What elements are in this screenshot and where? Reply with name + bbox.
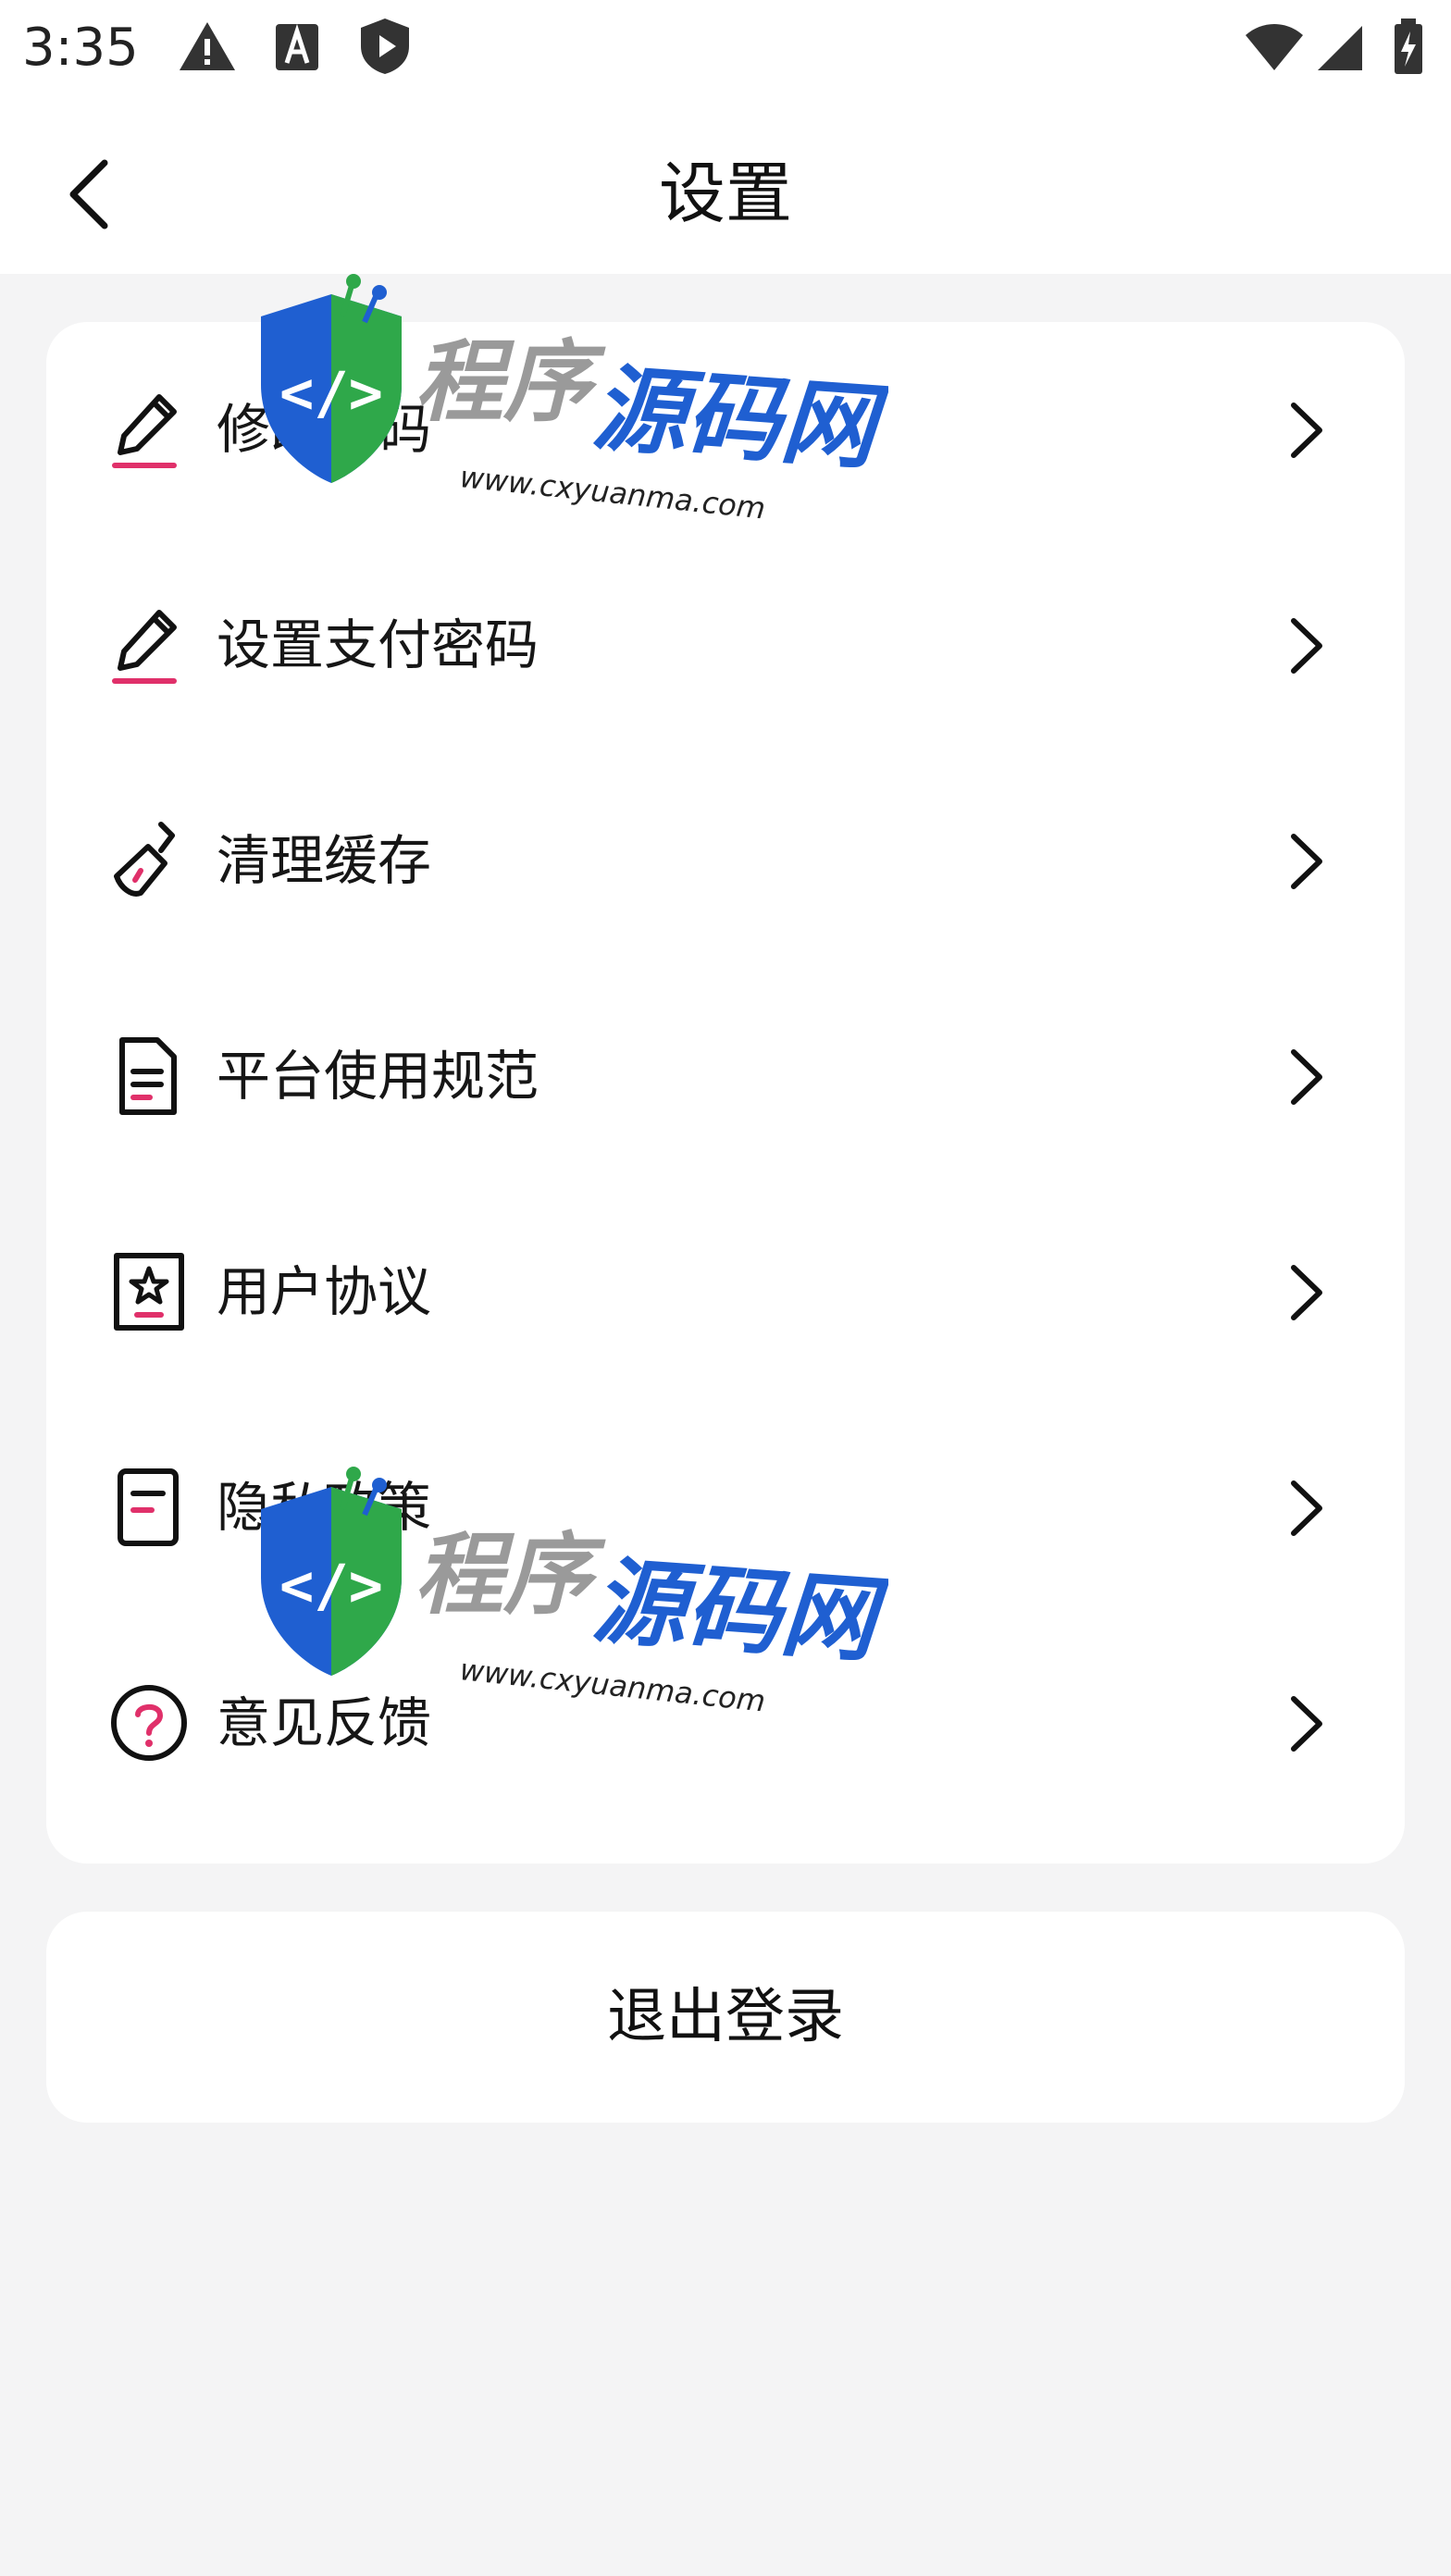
pencil-icon <box>112 610 177 684</box>
status-time: 3:35 <box>22 18 139 78</box>
shield-play-icon <box>361 19 409 74</box>
question-circle-icon <box>111 1685 187 1761</box>
alert-icon <box>180 22 235 70</box>
logout-button[interactable]: 退出登录 <box>46 1912 1405 2123</box>
status-bar: 3:35 <box>0 0 1451 102</box>
navigation-bar: 设置 <box>0 102 1451 274</box>
chevron-right-icon <box>1291 1696 1322 1752</box>
battery-charging-icon <box>1395 19 1422 74</box>
setting-item-label: 设置支付密码 <box>217 613 539 676</box>
wifi-icon <box>1246 24 1303 70</box>
chevron-right-icon <box>1291 1265 1322 1320</box>
setting-item-privacy-policy[interactable]: 隐私政策 <box>46 1400 1405 1616</box>
chevron-right-icon <box>1291 834 1322 889</box>
broom-icon <box>114 822 175 897</box>
settings-list: 修改密码 设置支付密码 清理缓存 平台使用规范 用户协议 隐私政策 意见反馈 <box>46 322 1405 1864</box>
setting-item-user-agreement[interactable]: 用户协议 <box>46 1184 1405 1400</box>
note-icon <box>118 1468 179 1546</box>
setting-item-label: 用户协议 <box>217 1260 432 1323</box>
pencil-icon <box>112 394 177 468</box>
chevron-right-icon <box>1291 618 1322 674</box>
setting-item-label: 清理缓存 <box>217 829 432 892</box>
setting-item-label: 修改密码 <box>217 398 432 461</box>
setting-item-feedback[interactable]: 意见反馈 <box>46 1616 1405 1831</box>
logout-label: 退出登录 <box>607 1983 844 2051</box>
setting-item-label: 隐私政策 <box>217 1476 432 1539</box>
page-title: 设置 <box>658 155 792 232</box>
chevron-right-icon <box>1291 402 1322 458</box>
document-icon <box>119 1037 177 1115</box>
setting-item-label: 意见反馈 <box>217 1691 432 1754</box>
setting-item-change-password[interactable]: 修改密码 <box>46 322 1405 538</box>
setting-item-platform-rules[interactable]: 平台使用规范 <box>46 969 1405 1184</box>
star-document-icon <box>114 1253 184 1331</box>
setting-item-clear-cache[interactable]: 清理缓存 <box>46 753 1405 969</box>
chevron-right-icon <box>1291 1480 1322 1536</box>
chevron-right-icon <box>1291 1049 1322 1105</box>
font-a-icon <box>276 23 318 70</box>
cellular-signal-icon <box>1318 26 1362 70</box>
setting-item-label: 平台使用规范 <box>217 1045 539 1108</box>
setting-item-payment-password[interactable]: 设置支付密码 <box>46 538 1405 753</box>
